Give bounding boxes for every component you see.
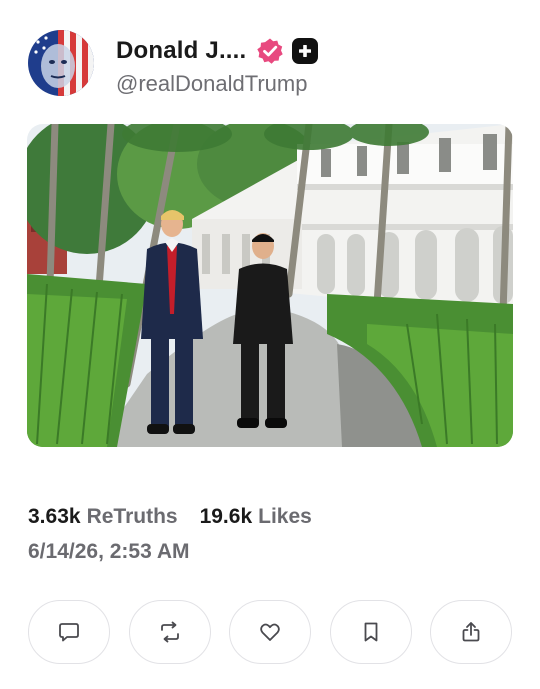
- heart-icon: [260, 623, 280, 641]
- name-row: Donald J....: [116, 36, 319, 66]
- post-header: Donald J.... @realDonaldTrump: [28, 30, 518, 100]
- plus-badge-icon: [292, 38, 319, 64]
- bookmark-icon: [364, 622, 377, 642]
- retruths-count[interactable]: 3.63k: [28, 505, 81, 529]
- post-timestamp: 6/14/26, 2:53 AM: [28, 540, 190, 563]
- post-stats: 3.63k ReTruths 19.6k Likes: [28, 505, 312, 529]
- retruth-button[interactable]: [128, 600, 211, 664]
- avatar-image: [28, 30, 94, 96]
- share-icon: [462, 622, 480, 642]
- like-button[interactable]: [229, 600, 311, 664]
- likes-label[interactable]: Likes: [258, 505, 312, 529]
- retruths-label[interactable]: ReTruths: [87, 505, 178, 529]
- post-media[interactable]: [27, 124, 513, 447]
- avatar[interactable]: [28, 30, 94, 96]
- verified-badge-icon: [257, 38, 284, 64]
- reply-button[interactable]: [28, 600, 110, 664]
- photo: [27, 124, 513, 447]
- action-bar: [28, 600, 512, 664]
- repost-icon: [160, 621, 179, 643]
- share-button[interactable]: [430, 600, 512, 664]
- bookmark-button[interactable]: [329, 600, 412, 664]
- likes-count[interactable]: 19.6k: [200, 505, 253, 529]
- handle[interactable]: @realDonaldTrump: [116, 71, 307, 97]
- display-name[interactable]: Donald J....: [116, 37, 246, 65]
- comment-icon: [59, 623, 79, 642]
